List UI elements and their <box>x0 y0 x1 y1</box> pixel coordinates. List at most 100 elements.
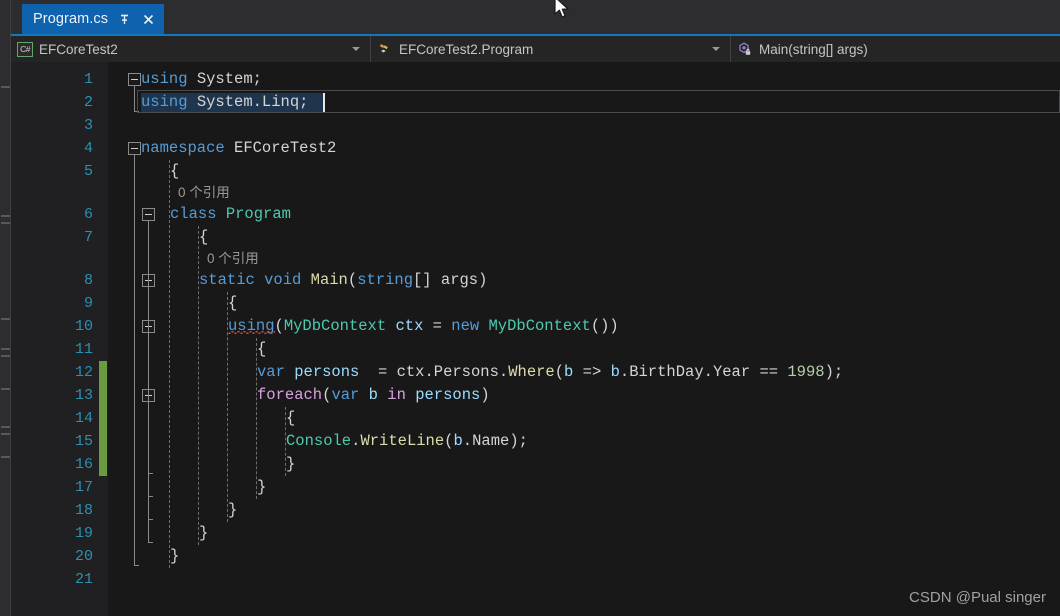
code-token: Console <box>286 432 352 450</box>
code-token: { <box>199 228 209 246</box>
line-code[interactable]: static void Main(string[] args) <box>199 269 487 292</box>
line-number: 8 <box>83 272 93 289</box>
line-code[interactable]: class Program <box>170 203 291 226</box>
code-token: MyDbContext <box>283 317 387 335</box>
code-token: . <box>703 363 713 381</box>
code-token: ctx <box>396 363 425 381</box>
line-code[interactable]: { <box>199 226 208 249</box>
editor-line[interactable]: 21 <box>11 568 1060 591</box>
line-number: 4 <box>83 140 93 157</box>
editor-line[interactable]: 4 namespace EFCoreTest2 <box>11 137 1060 160</box>
line-code[interactable]: } <box>199 522 208 545</box>
line-number: 17 <box>74 479 93 496</box>
line-code[interactable]: } <box>170 545 179 568</box>
dock-notch <box>1 222 10 224</box>
code-token: = <box>423 317 452 335</box>
code-token: var <box>331 386 360 404</box>
editor-line[interactable]: 17} <box>11 476 1060 499</box>
editor-line[interactable]: 5{ <box>11 160 1060 183</box>
type-dropdown[interactable]: EFCoreTest2.Program <box>371 36 731 62</box>
dock-notch <box>1 433 10 435</box>
code-token: ( <box>554 363 565 381</box>
code-token: { <box>170 162 180 180</box>
editor-line[interactable]: 2 using System.Linq; <box>11 91 1060 114</box>
code-editor[interactable]: 1 using System; 2 using System.Linq; 3 4 names… <box>11 62 1060 616</box>
editor-line[interactable]: 6 class Program <box>11 203 1060 226</box>
editor-line[interactable]: 16} <box>11 453 1060 476</box>
code-token: using <box>141 70 188 88</box>
line-code[interactable]: foreach(var b in persons) <box>257 384 490 407</box>
line-code[interactable]: using System.Linq; <box>141 91 308 114</box>
code-token: WriteLine <box>360 432 445 450</box>
code-token: => <box>573 363 611 381</box>
line-number: 19 <box>74 525 93 542</box>
editor-line[interactable]: 3 <box>11 114 1060 137</box>
tab-program-cs[interactable]: Program.cs <box>22 4 165 34</box>
line-code[interactable]: using System; <box>141 68 262 91</box>
line-code[interactable]: } <box>286 453 295 476</box>
method-private-icon <box>737 41 753 57</box>
code-token: System.Linq; <box>187 93 309 111</box>
line-number: 15 <box>74 433 93 450</box>
code-token: . <box>424 363 434 381</box>
codelens-reference-count[interactable]: 0 个引用 <box>178 183 230 203</box>
chevron-down-icon[interactable] <box>352 47 360 51</box>
code-token: } <box>257 478 267 496</box>
member-dropdown[interactable]: Main(string[] args) <box>731 36 1060 62</box>
code-token: b <box>564 363 574 381</box>
line-code[interactable]: var persons = ctx.Persons.Where(b => b.B… <box>257 361 843 384</box>
pin-icon[interactable] <box>117 12 132 27</box>
close-icon[interactable] <box>141 12 156 27</box>
project-dropdown-value: EFCoreTest2 <box>39 41 118 57</box>
editor-line[interactable]: 11 { <box>11 338 1060 361</box>
editor-line[interactable]: 13 foreach(var b in persons) <box>11 384 1060 407</box>
chevron-down-icon[interactable] <box>712 47 720 51</box>
code-token: ( <box>274 317 284 335</box>
project-dropdown[interactable]: C# EFCoreTest2 <box>11 36 371 62</box>
left-dock-strip <box>0 0 11 616</box>
dock-notch <box>1 318 10 320</box>
line-number: 2 <box>83 94 93 111</box>
code-token: System; <box>187 70 262 88</box>
line-code[interactable]: } <box>257 476 266 499</box>
editor-line[interactable]: 15 Console.WriteLine(b.Name); <box>11 430 1060 453</box>
line-code[interactable]: Console.WriteLine(b.Name); <box>286 430 528 453</box>
line-number: 5 <box>83 163 93 180</box>
line-code[interactable]: { <box>228 292 237 315</box>
line-code[interactable]: { <box>286 407 295 430</box>
editor-line[interactable]: 8 static void Main(string[] args) <box>11 269 1060 292</box>
editor-line[interactable]: 18} <box>11 499 1060 522</box>
code-token: ); <box>509 432 528 450</box>
line-number: 21 <box>74 571 93 588</box>
line-code[interactable]: { <box>170 160 179 183</box>
dock-notch <box>1 426 10 428</box>
line-number: 10 <box>74 318 93 335</box>
code-token: b <box>368 386 378 404</box>
code-token: in <box>387 386 406 404</box>
code-token: . <box>462 432 473 450</box>
codelens-reference-count[interactable]: 0 个引用 <box>207 249 259 269</box>
code-token: var <box>257 363 285 381</box>
editor-line[interactable]: 14 { <box>11 407 1060 430</box>
line-code[interactable]: { <box>257 338 266 361</box>
line-code[interactable]: using(MyDbContext ctx = new MyDbContext(… <box>228 315 619 338</box>
code-token: ( <box>347 271 358 289</box>
editor-line[interactable]: 20} <box>11 545 1060 568</box>
editor-line[interactable]: 12 var persons = ctx.Persons.Where(b => b… <box>11 361 1060 384</box>
code-token: b <box>610 363 620 381</box>
code-token: static <box>199 271 255 289</box>
line-code[interactable]: namespace EFCoreTest2 <box>141 137 336 160</box>
code-token: } <box>286 455 296 473</box>
editor-line[interactable]: 1 using System; <box>11 68 1060 91</box>
editor-line[interactable]: 10 using(MyDbContext ctx = new MyDbContex… <box>11 315 1060 338</box>
editor-line[interactable]: 7{ <box>11 226 1060 249</box>
editor-line[interactable]: 19} <box>11 522 1060 545</box>
editor-line[interactable]: 9{ <box>11 292 1060 315</box>
code-token: b <box>453 432 463 450</box>
code-token: namespace <box>141 139 225 157</box>
line-code[interactable]: } <box>228 499 237 522</box>
